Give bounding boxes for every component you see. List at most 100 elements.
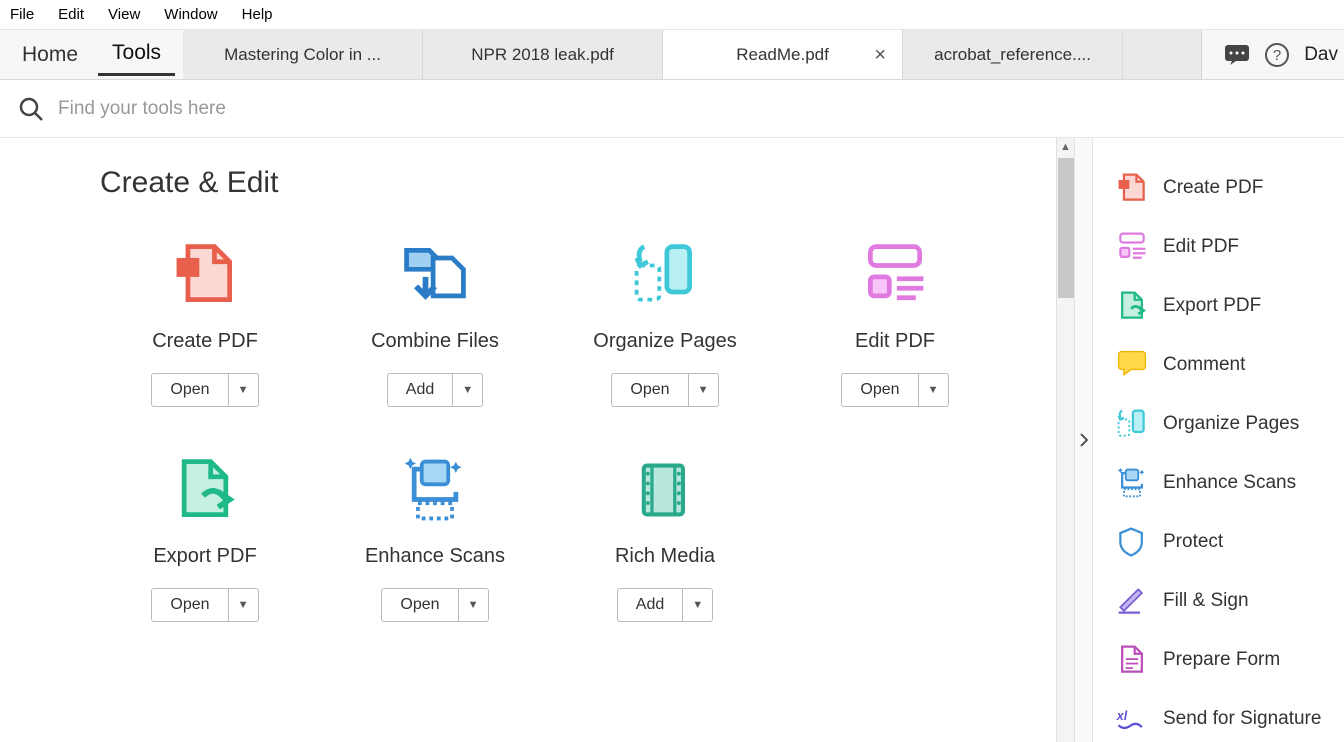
sidebar: Create PDF Edit PDF Export PDF Comment O…: [1092, 138, 1344, 742]
menubar: File Edit View Window Help: [0, 0, 1344, 30]
sidebar-item-label: Fill & Sign: [1163, 590, 1249, 612]
help-icon[interactable]: ?: [1264, 42, 1290, 68]
menu-view[interactable]: View: [96, 2, 152, 27]
tool-create-pdf: Create PDF Open▼: [100, 236, 310, 407]
edit-pdf-icon: [1115, 230, 1149, 264]
enhance-scans-icon: [396, 451, 474, 529]
sidebar-item-label: Edit PDF: [1163, 236, 1239, 258]
sidebar-item-send-signature[interactable]: Send for Signature: [1115, 689, 1334, 742]
chevron-right-icon: [1080, 433, 1088, 447]
sidebar-item-comment[interactable]: Comment: [1115, 335, 1334, 394]
comment-icon: [1115, 348, 1149, 382]
sidebar-item-create-pdf[interactable]: Create PDF: [1115, 158, 1334, 217]
open-button[interactable]: Open: [841, 373, 918, 407]
search-icon: [18, 96, 44, 122]
dropdown-button[interactable]: ▼: [459, 588, 489, 622]
tool-label: Combine Files: [371, 330, 499, 353]
tool-label: Organize Pages: [593, 330, 736, 353]
document-tab[interactable]: Mastering Color in ...: [183, 30, 423, 79]
tool-label: Create PDF: [152, 330, 258, 353]
tab-label: ReadMe.pdf: [736, 45, 829, 65]
create-pdf-icon: [166, 236, 244, 314]
tab-bar: Home Tools Mastering Color in ... NPR 20…: [0, 30, 1344, 80]
open-button[interactable]: Open: [151, 588, 228, 622]
user-name[interactable]: Dav: [1304, 44, 1338, 66]
sidebar-item-organize-pages[interactable]: Organize Pages: [1115, 394, 1334, 453]
export-pdf-icon: [1115, 289, 1149, 323]
open-button[interactable]: Open: [611, 373, 688, 407]
tool-edit-pdf: Edit PDF Open▼: [790, 236, 1000, 407]
sidebar-item-label: Comment: [1163, 354, 1245, 376]
close-icon[interactable]: ×: [874, 45, 886, 65]
tools-content: Create & Edit Create PDF Open▼ Combine F…: [0, 138, 1056, 742]
combine-files-icon: [396, 236, 474, 314]
sidebar-item-protect[interactable]: Protect: [1115, 512, 1334, 571]
tab-label: acrobat_reference....: [934, 45, 1091, 65]
organize-pages-icon: [626, 236, 704, 314]
tool-combine-files: Combine Files Add▼: [330, 236, 540, 407]
menu-edit[interactable]: Edit: [46, 2, 96, 27]
sidebar-collapse-button[interactable]: [1074, 138, 1092, 742]
add-button[interactable]: Add: [387, 373, 453, 407]
menu-window[interactable]: Window: [152, 2, 229, 27]
sidebar-item-label: Enhance Scans: [1163, 472, 1296, 494]
tool-export-pdf: Export PDF Open▼: [100, 451, 310, 622]
document-tab[interactable]: NPR 2018 leak.pdf: [423, 30, 663, 79]
section-title: Create & Edit: [100, 166, 956, 200]
export-pdf-icon: [166, 451, 244, 529]
form-icon: [1115, 643, 1149, 677]
scrollbar[interactable]: ▲: [1056, 138, 1074, 742]
tool-label: Export PDF: [153, 545, 256, 568]
document-tab[interactable]: acrobat_reference....: [903, 30, 1123, 79]
tool-label: Rich Media: [615, 545, 715, 568]
sidebar-item-enhance-scans[interactable]: Enhance Scans: [1115, 453, 1334, 512]
signature-icon: [1115, 702, 1149, 736]
dropdown-button[interactable]: ▼: [683, 588, 713, 622]
organize-pages-icon: [1115, 407, 1149, 441]
search-bar: [0, 80, 1344, 138]
tool-enhance-scans: Enhance Scans Open▼: [330, 451, 540, 622]
scroll-up-icon[interactable]: ▲: [1057, 138, 1074, 156]
dropdown-button[interactable]: ▼: [229, 588, 259, 622]
dropdown-button[interactable]: ▼: [229, 373, 259, 407]
dropdown-button[interactable]: ▼: [919, 373, 949, 407]
sidebar-item-label: Create PDF: [1163, 177, 1263, 199]
svg-text:?: ?: [1273, 47, 1281, 64]
scroll-thumb[interactable]: [1058, 158, 1074, 298]
menu-help[interactable]: Help: [230, 2, 285, 27]
dropdown-button[interactable]: ▼: [689, 373, 719, 407]
tool-rich-media: Rich Media Add▼: [560, 451, 770, 622]
tool-grid: Create PDF Open▼ Combine Files Add▼ Orga…: [100, 236, 956, 622]
tab-label: NPR 2018 leak.pdf: [471, 45, 614, 65]
menu-file[interactable]: File: [4, 2, 46, 27]
tabbar-right: ? Dav: [1201, 30, 1344, 79]
sidebar-item-fill-sign[interactable]: Fill & Sign: [1115, 571, 1334, 630]
tool-label: Edit PDF: [855, 330, 935, 353]
sidebar-item-label: Export PDF: [1163, 295, 1261, 317]
open-button[interactable]: Open: [381, 588, 458, 622]
dropdown-button[interactable]: ▼: [453, 373, 483, 407]
tool-label: Enhance Scans: [365, 545, 505, 568]
rich-media-icon: [626, 451, 704, 529]
search-input[interactable]: [44, 98, 1326, 120]
open-button[interactable]: Open: [151, 373, 228, 407]
pen-icon: [1115, 584, 1149, 618]
sidebar-item-edit-pdf[interactable]: Edit PDF: [1115, 217, 1334, 276]
sidebar-item-prepare-form[interactable]: Prepare Form: [1115, 630, 1334, 689]
nav-group: Home Tools: [0, 30, 183, 79]
notifications-icon[interactable]: [1224, 44, 1250, 66]
home-button[interactable]: Home: [8, 35, 92, 75]
enhance-scans-icon: [1115, 466, 1149, 500]
sidebar-item-label: Prepare Form: [1163, 649, 1280, 671]
tools-button[interactable]: Tools: [98, 33, 175, 76]
edit-pdf-icon: [856, 236, 934, 314]
main-area: Create & Edit Create PDF Open▼ Combine F…: [0, 138, 1344, 742]
create-pdf-icon: [1115, 171, 1149, 205]
tab-label: Mastering Color in ...: [224, 45, 381, 65]
sidebar-item-label: Organize Pages: [1163, 413, 1299, 435]
document-tab[interactable]: ReadMe.pdf ×: [663, 30, 903, 79]
sidebar-item-label: Send for Signature: [1163, 708, 1321, 730]
add-button[interactable]: Add: [617, 588, 683, 622]
tool-organize-pages: Organize Pages Open▼: [560, 236, 770, 407]
sidebar-item-export-pdf[interactable]: Export PDF: [1115, 276, 1334, 335]
